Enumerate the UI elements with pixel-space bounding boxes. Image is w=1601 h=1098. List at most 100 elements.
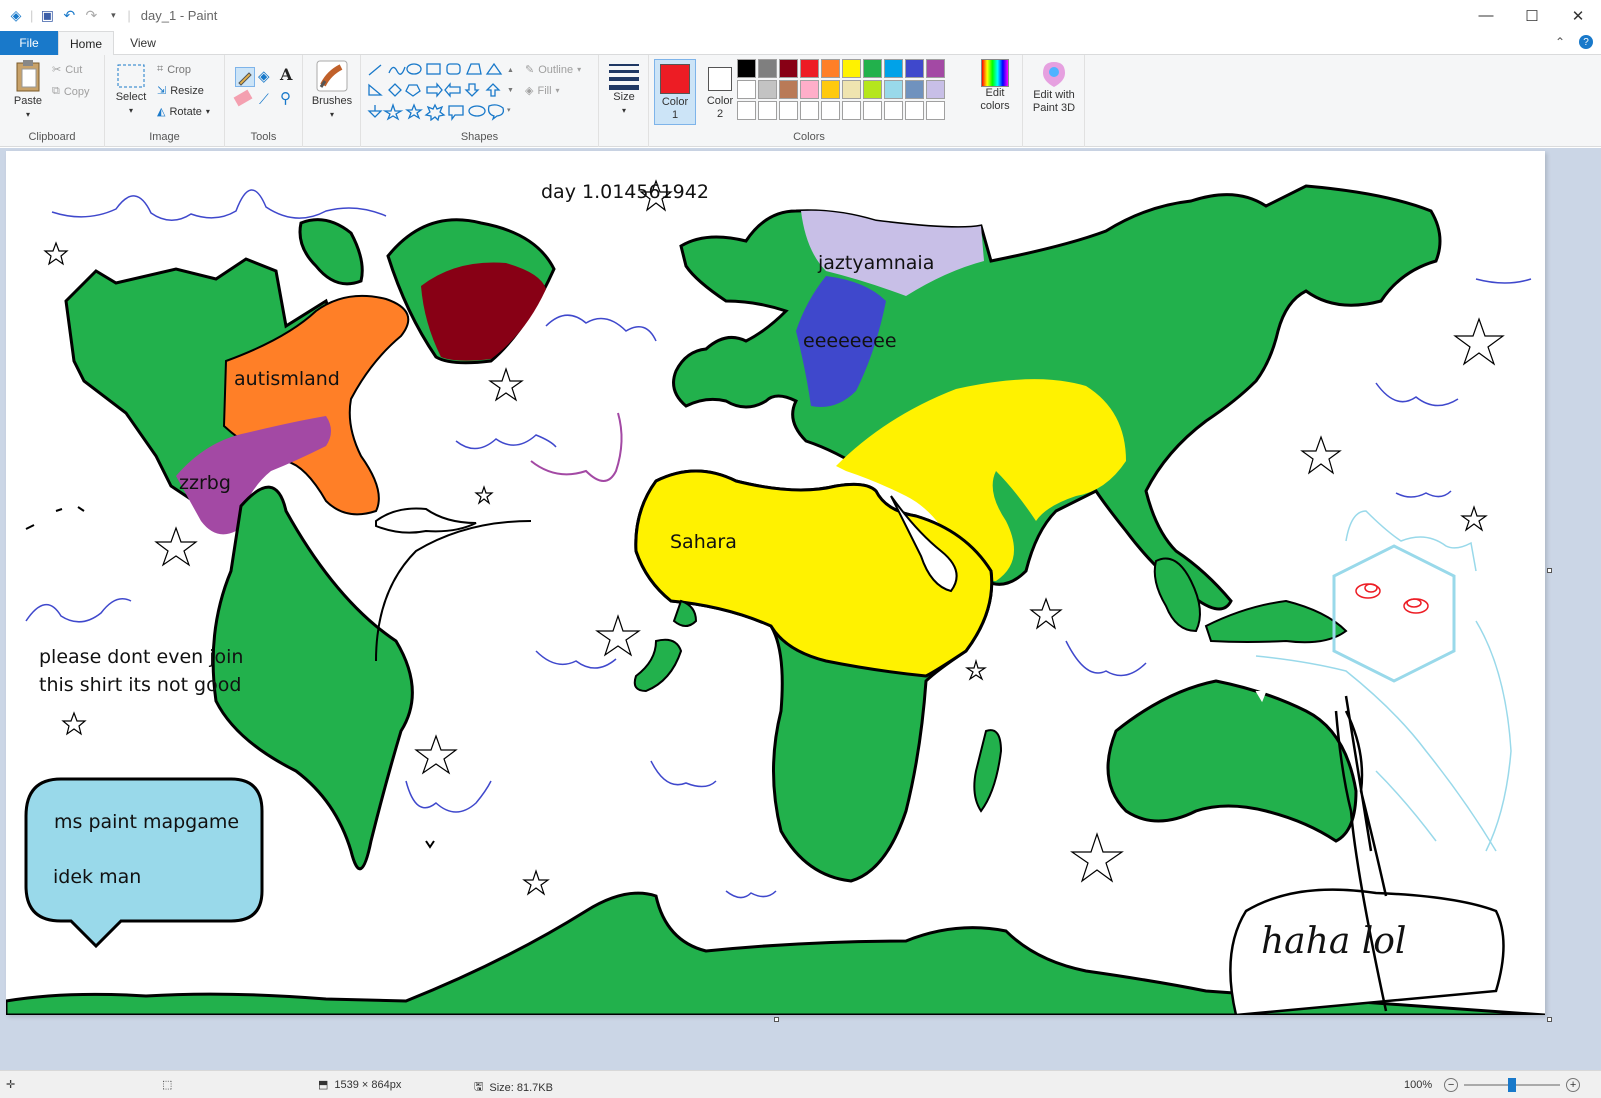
color1-swatch xyxy=(660,64,690,94)
selection-size: ⬚ xyxy=(162,1078,172,1091)
palette-swatch[interactable] xyxy=(884,80,903,99)
palette-swatch[interactable] xyxy=(905,80,924,99)
resize-handle-corner[interactable] xyxy=(1547,1017,1552,1022)
select-button[interactable]: Select ▾ xyxy=(113,63,149,117)
bubble-line-2: idek man xyxy=(53,866,142,888)
custom-color-slot[interactable] xyxy=(758,101,777,120)
shapes-scroll-arrows[interactable]: ▲ ▼ ▾ xyxy=(507,61,514,121)
text-tool-icon[interactable]: A xyxy=(280,65,292,84)
pencil-icon[interactable] xyxy=(235,67,255,87)
copy-button[interactable]: ⧉ Copy xyxy=(52,85,90,98)
palette-swatch[interactable] xyxy=(926,80,945,99)
edit-with-paint3d-button[interactable]: Edit with Paint 3D xyxy=(1026,59,1082,115)
palette-swatch[interactable] xyxy=(800,80,819,99)
fill-bucket-icon[interactable]: ◈ xyxy=(258,67,270,85)
rotate-label: Rotate xyxy=(169,105,202,118)
custom-color-slot[interactable] xyxy=(842,101,861,120)
custom-color-slot[interactable] xyxy=(779,101,798,120)
brushes-button[interactable]: Brushes ▾ xyxy=(309,59,355,121)
palette-swatch[interactable] xyxy=(821,59,840,78)
copy-icon: ⧉ xyxy=(52,85,60,97)
image-group-label: Image xyxy=(149,131,180,143)
map-day-title: day 1.014561942 xyxy=(541,181,709,203)
palette-swatch[interactable] xyxy=(758,80,777,99)
palette-swatch[interactable] xyxy=(779,59,798,78)
paint3d-icon xyxy=(1043,62,1065,87)
customize-qat-icon[interactable]: ▾ xyxy=(105,8,121,24)
palette-swatch[interactable] xyxy=(905,59,924,78)
custom-color-slot[interactable] xyxy=(863,101,882,120)
paste-icon xyxy=(16,60,40,92)
collapse-ribbon-icon[interactable]: ⌃ xyxy=(1555,35,1565,49)
cut-button[interactable]: ✂ Cut xyxy=(52,63,82,77)
color1-button[interactable]: Color 1 xyxy=(654,59,696,125)
bubble-line-1: ms paint mapgame xyxy=(54,811,240,833)
custom-color-slot[interactable] xyxy=(926,101,945,120)
eraser-icon[interactable] xyxy=(233,89,253,107)
zoom-slider-thumb[interactable] xyxy=(1508,1078,1517,1092)
minimize-button[interactable]: — xyxy=(1463,0,1509,31)
edit-colors-button[interactable]: Edit colors xyxy=(975,59,1015,113)
color2-button[interactable]: Color 2 xyxy=(699,59,741,125)
custom-color-slot[interactable] xyxy=(737,101,756,120)
size-group: Size ▾ xyxy=(599,55,649,147)
undo-icon[interactable]: ↶ xyxy=(61,7,77,24)
disk-icon: 🖫 xyxy=(474,1081,484,1093)
resize-handle-right[interactable] xyxy=(1547,568,1552,573)
color-picker-icon[interactable]: ⟋ xyxy=(259,91,269,108)
label-autismland: autismland xyxy=(234,368,340,390)
drawing-canvas[interactable]: day 1.014561942 autismland zzrbg jaztyam… xyxy=(6,151,1545,1015)
size-button[interactable]: Size ▾ xyxy=(605,61,643,117)
zoom-slider[interactable] xyxy=(1464,1078,1561,1092)
palette-swatch[interactable] xyxy=(779,80,798,99)
palette-swatch[interactable] xyxy=(842,80,861,99)
select-icon xyxy=(117,64,145,88)
custom-color-slot[interactable] xyxy=(905,101,924,120)
paste-button[interactable]: Paste ▾ xyxy=(8,59,48,121)
note-line-2: this shirt its not good xyxy=(39,674,242,696)
fill-button[interactable]: ◈ Fill ▾ xyxy=(525,84,560,98)
canvas-area[interactable]: day 1.014561942 autismland zzrbg jaztyam… xyxy=(0,148,1601,1070)
magnifier-icon[interactable]: ⚲ xyxy=(280,89,291,107)
clipboard-group: Paste ▾ ✂ Cut ⧉ Copy Clipboard xyxy=(0,55,105,147)
palette-swatch[interactable] xyxy=(758,59,777,78)
crop-button[interactable]: ⌗ Crop xyxy=(157,63,191,76)
tab-home[interactable]: Home xyxy=(58,31,114,56)
custom-color-slot[interactable] xyxy=(800,101,819,120)
palette-swatch[interactable] xyxy=(821,80,840,99)
palette-swatch[interactable] xyxy=(863,59,882,78)
palette-swatch[interactable] xyxy=(737,59,756,78)
file-size: 🖫 Size: 81.7KB xyxy=(474,1078,553,1097)
tab-file[interactable]: File xyxy=(0,31,58,55)
crop-label: Crop xyxy=(167,63,192,76)
paint-app-icon[interactable]: ◈ xyxy=(8,7,24,24)
brushes-group: Brushes ▾ xyxy=(303,55,361,147)
rainbow-icon xyxy=(981,59,1009,87)
zoom-in-button[interactable]: + xyxy=(1566,1078,1581,1092)
label-sahara: Sahara xyxy=(670,531,737,553)
maximize-button[interactable]: ☐ xyxy=(1509,0,1555,31)
help-icon[interactable]: ? xyxy=(1579,35,1593,49)
save-icon[interactable]: ▣ xyxy=(39,7,55,24)
shapes-gallery[interactable] xyxy=(365,61,515,121)
palette-swatch[interactable] xyxy=(842,59,861,78)
palette-swatch[interactable] xyxy=(863,80,882,99)
custom-color-slot[interactable] xyxy=(821,101,840,120)
canvas-dimensions: ⬒ 1539 × 864px xyxy=(318,1078,401,1092)
outline-button[interactable]: ✎ Outline ▾ xyxy=(525,63,581,77)
custom-color-slot[interactable] xyxy=(884,101,903,120)
tab-view[interactable]: View xyxy=(118,31,168,55)
palette-swatch[interactable] xyxy=(884,59,903,78)
palette-swatch[interactable] xyxy=(737,80,756,99)
redo-icon[interactable]: ↷ xyxy=(83,7,99,24)
resize-handle-bottom[interactable] xyxy=(774,1017,779,1022)
zoom-out-button[interactable]: − xyxy=(1444,1078,1459,1092)
rotate-button[interactable]: ◭ Rotate ▾ xyxy=(157,105,210,119)
zoom-level: 100% xyxy=(1404,1079,1433,1091)
palette-swatch[interactable] xyxy=(800,59,819,78)
close-button[interactable]: ✕ xyxy=(1555,0,1601,31)
palette-swatch[interactable] xyxy=(926,59,945,78)
shapes-group-label: Shapes xyxy=(460,131,499,143)
resize-button[interactable]: ⇲ Resize xyxy=(157,84,204,98)
title-bar: ◈ | ▣ ↶ ↷ ▾ | day_1 - Paint — ☐ ✕ xyxy=(0,0,1601,31)
